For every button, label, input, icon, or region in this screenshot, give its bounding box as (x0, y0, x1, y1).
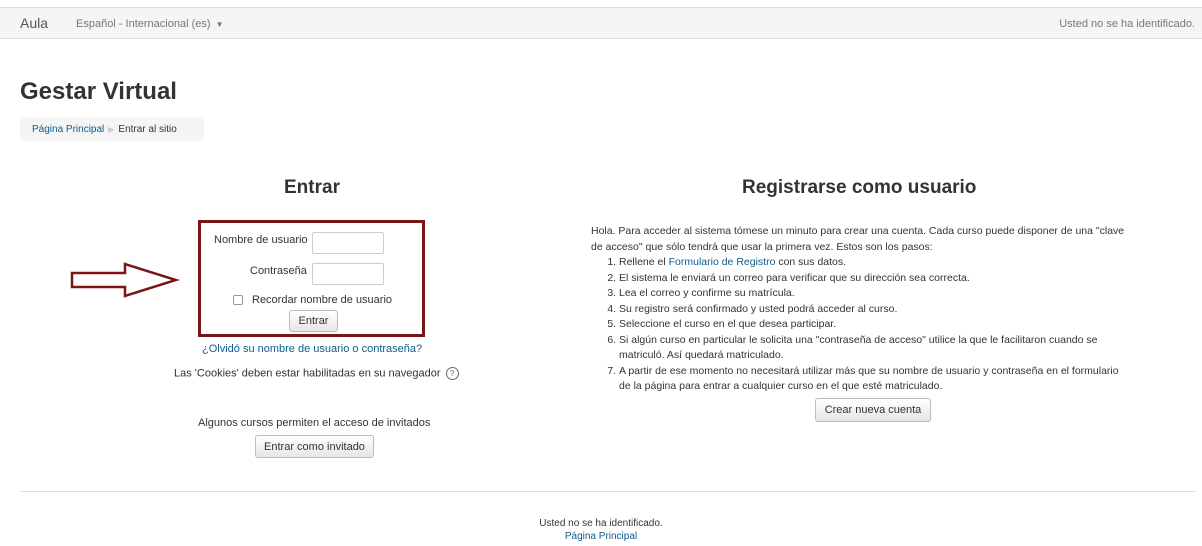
page-title: Gestar Virtual (20, 78, 177, 105)
signup-step: Lea el correo y confirme su matrícula. (619, 286, 1131, 302)
footer-home-link[interactable]: Página Principal (565, 531, 637, 542)
create-account-button[interactable]: Crear nueva cuenta (815, 398, 931, 422)
signup-step: El sistema le enviará un correo para ver… (619, 271, 1131, 287)
guest-login-button[interactable]: Entrar como invitado (255, 435, 374, 458)
step1-prefix: Rellene el (619, 256, 669, 268)
remember-username-label: Recordar nombre de usuario (252, 294, 393, 306)
step1-suffix: con sus datos. (775, 256, 847, 268)
brand-link[interactable]: Aula (20, 15, 48, 31)
footer-login-status: Usted no se ha identificado. (539, 518, 663, 529)
breadcrumb-home-link[interactable]: Página Principal (32, 124, 104, 135)
username-label: Nombre de usuario (214, 234, 308, 246)
password-input[interactable] (312, 263, 384, 285)
footer-divider (20, 491, 1195, 492)
arrow-right-icon (70, 262, 180, 298)
login-button[interactable]: Entrar (289, 310, 338, 332)
login-status: Usted no se ha identificado. (1059, 18, 1195, 30)
registration-form-link[interactable]: Formulario de Registro (669, 256, 776, 268)
top-navbar: Aula Español - Internacional (es) ▼ Uste… (0, 7, 1202, 39)
username-input[interactable] (312, 232, 384, 254)
language-menu[interactable]: Español - Internacional (es) ▼ (76, 18, 224, 30)
forgot-password-link[interactable]: ¿Olvidó su nombre de usuario o contraseñ… (202, 343, 422, 355)
help-icon[interactable]: ? (445, 367, 459, 380)
cookies-notice-text: Las 'Cookies' deben estar habilitadas en… (174, 367, 441, 380)
caret-down-icon: ▼ (215, 20, 224, 29)
signup-step: Seleccione el curso en el que desea part… (619, 317, 1131, 333)
password-label: Contraseña (250, 265, 307, 277)
signup-step: Su registro será confirmado y usted podr… (619, 302, 1131, 318)
footer: Usted no se ha identificado. Página Prin… (0, 517, 1202, 543)
language-label: Español - Internacional (es) (76, 18, 211, 30)
signup-step: A partir de ese momento no necesitará ut… (619, 364, 1131, 395)
remember-username-checkbox[interactable] (233, 295, 243, 305)
signup-intro: Hola. Para acceder al sistema tómese un … (591, 225, 1125, 253)
login-title: Entrar (284, 177, 340, 198)
guest-notice: Algunos cursos permiten el acceso de inv… (198, 417, 431, 429)
cookies-notice: Las 'Cookies' deben estar habilitadas en… (174, 367, 459, 380)
signup-title: Registrarse como usuario (742, 177, 977, 198)
signup-steps: Rellene el Formulario de Registro con su… (591, 255, 1131, 395)
signup-step: Si algún curso en particular le solicita… (619, 333, 1131, 364)
signup-step: Rellene el Formulario de Registro con su… (619, 255, 1131, 271)
breadcrumb-separator-icon: ▶ (108, 125, 115, 134)
signup-instructions: Hola. Para acceder al sistema tómese un … (591, 224, 1131, 395)
breadcrumb-current: Entrar al sitio (118, 124, 177, 135)
breadcrumb: Página Principal ▶ Entrar al sitio (20, 117, 204, 141)
